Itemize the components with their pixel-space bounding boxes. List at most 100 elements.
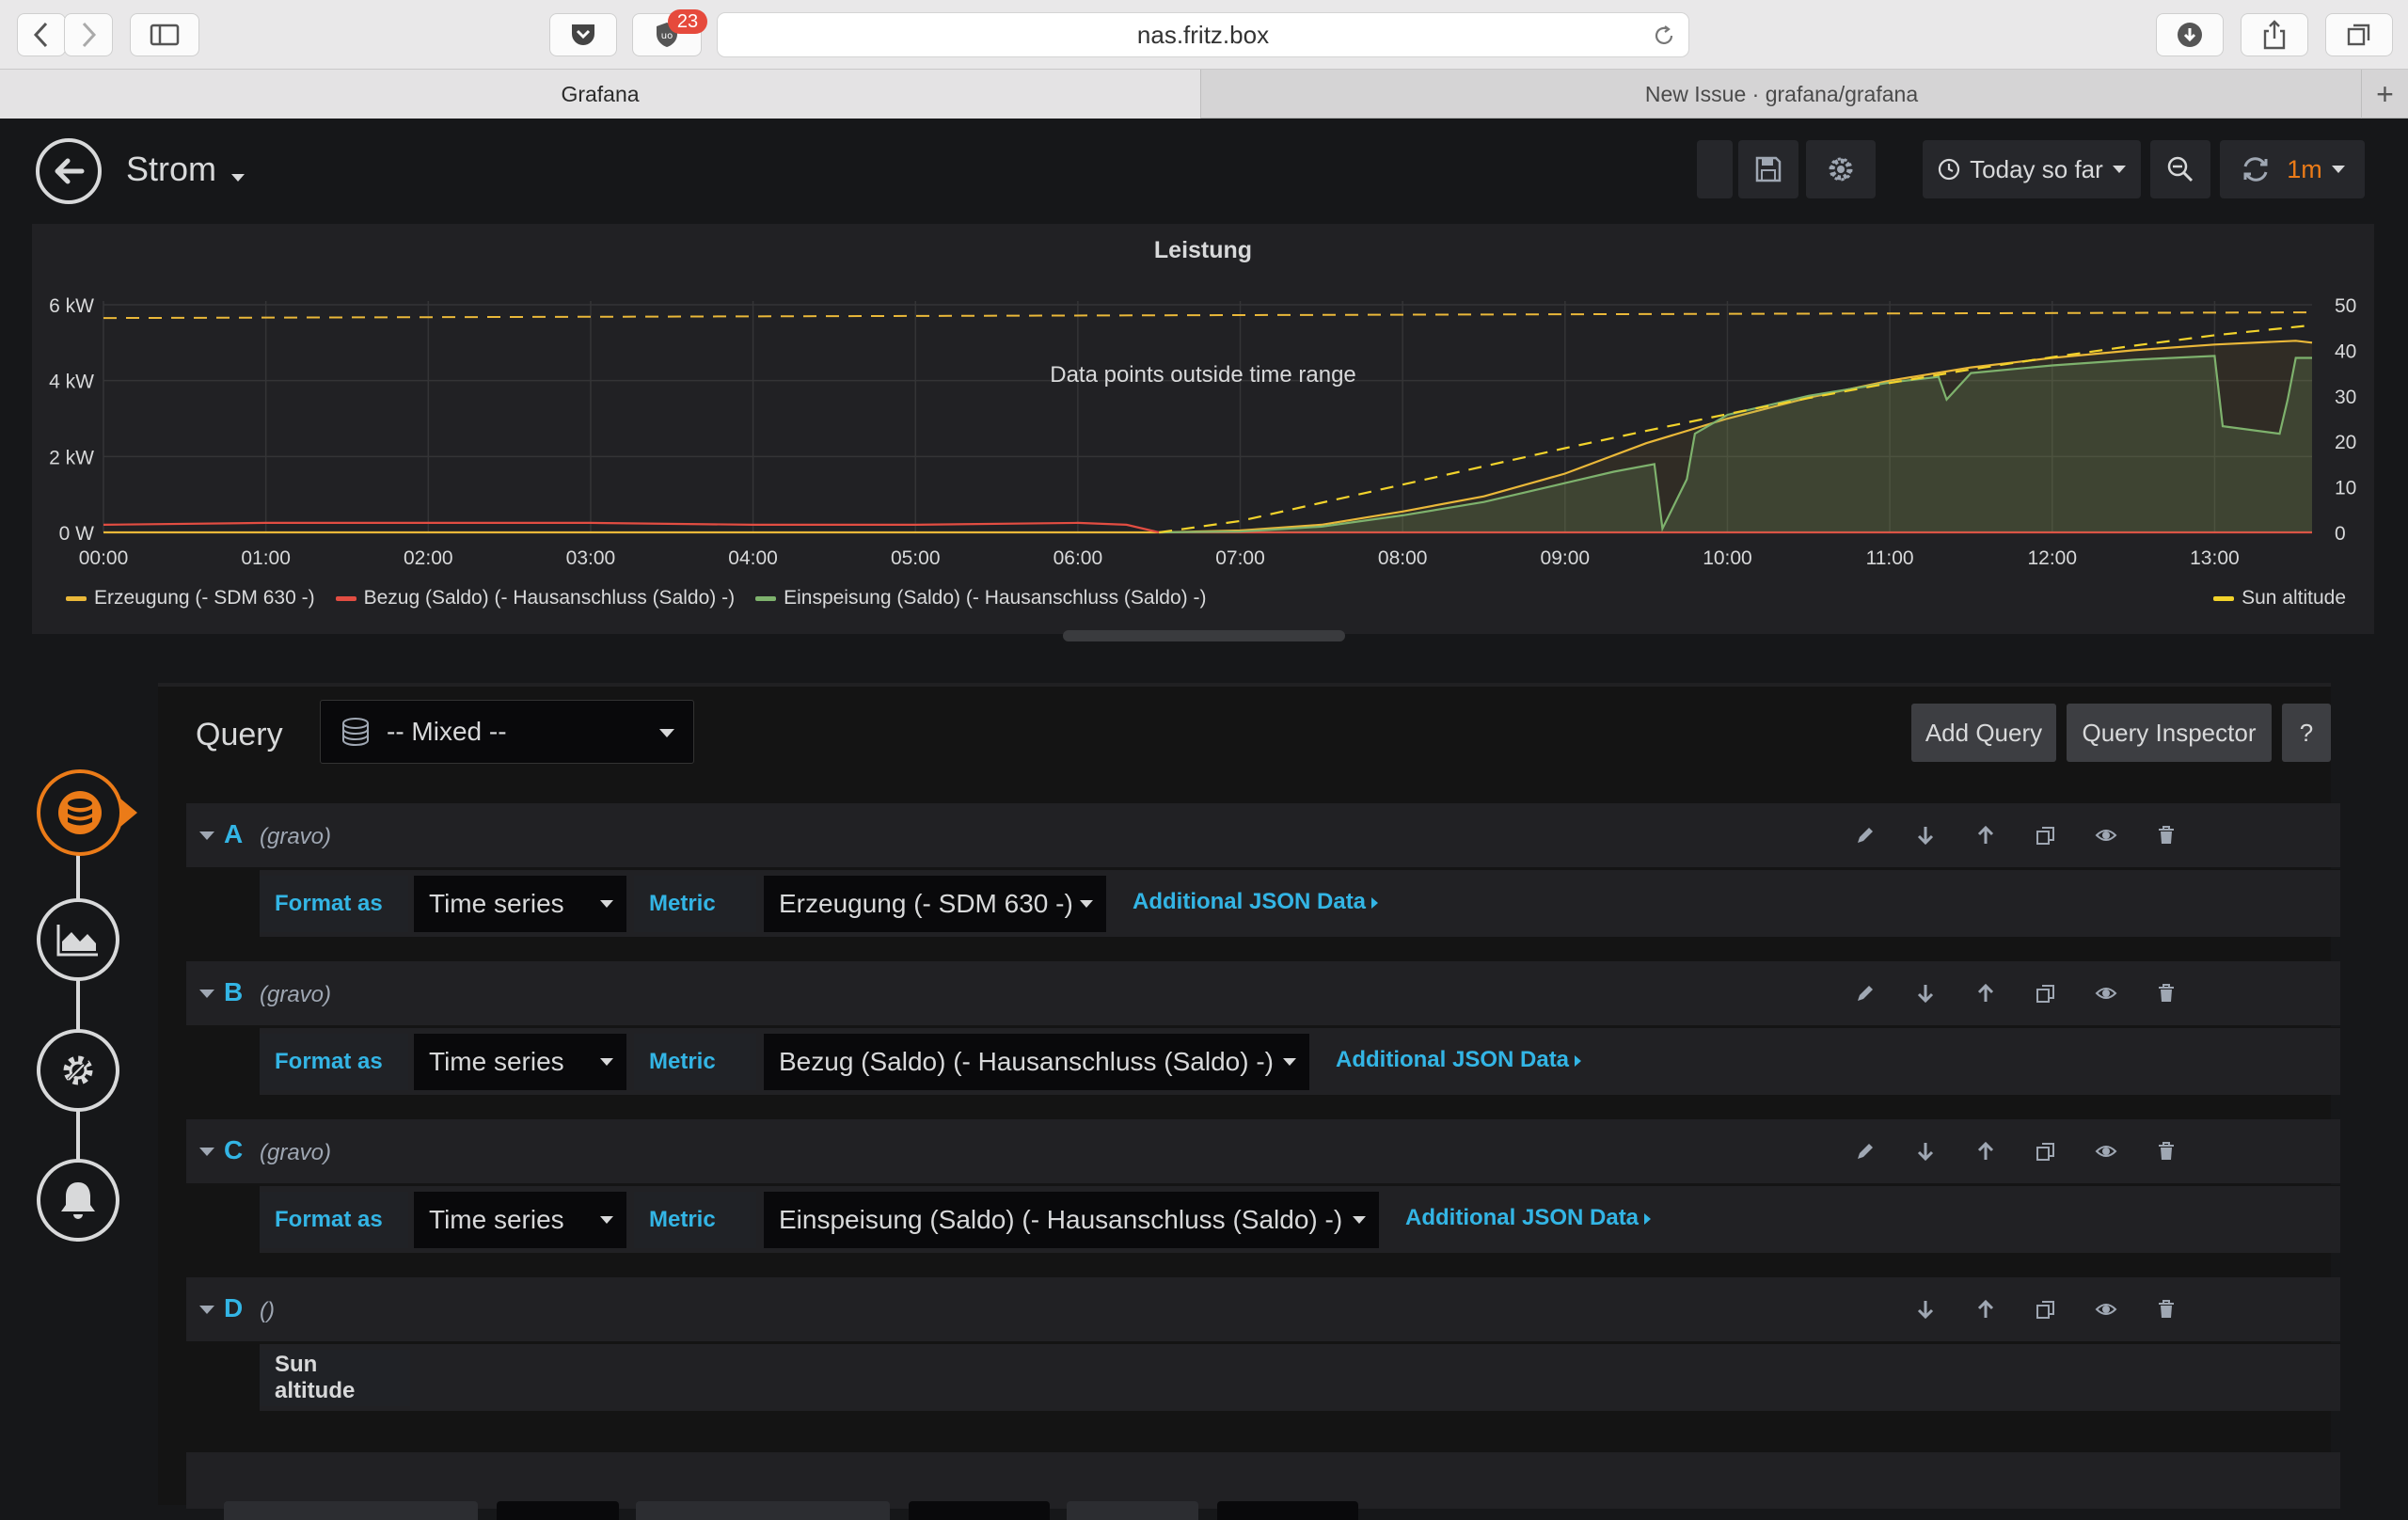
pencil-icon[interactable] <box>1851 979 1879 1007</box>
query-row-header-d[interactable]: D () <box>186 1277 2340 1341</box>
arrow-down-icon[interactable] <box>1911 821 1940 849</box>
refresh-picker-button[interactable]: 1m <box>2220 140 2365 198</box>
legend-item-einspeisung[interactable]: Einspeisung (Saldo) (- Hausanschluss (Sa… <box>755 587 1206 610</box>
y-left-tick-label: 6 kW <box>49 295 94 317</box>
arrow-up-icon[interactable] <box>1972 1295 2000 1323</box>
query-row-body-b: Format as Time series Metric Bezug (Sald… <box>260 1027 2340 1095</box>
option-field[interactable] <box>224 1501 478 1520</box>
metric-select[interactable]: Erzeugung (- SDM 630 -) <box>764 876 1106 932</box>
link-label: Additional JSON Data <box>1133 889 1367 914</box>
sidebar-toggle-button[interactable] <box>130 13 199 56</box>
arrow-up-icon[interactable] <box>1972 979 2000 1007</box>
back-nav-button[interactable] <box>17 13 66 56</box>
query-inspector-button[interactable]: Query Inspector <box>2067 704 2272 762</box>
database-icon <box>342 718 369 747</box>
panel-resize-handle[interactable] <box>1063 630 1345 641</box>
caret-right-icon <box>1575 1054 1582 1067</box>
tab-new-issue[interactable]: New Issue · grafana/grafana <box>1202 70 2361 119</box>
query-actions <box>186 1119 2340 1183</box>
legend-label: Bezug (Saldo) (- Hausanschluss (Saldo) -… <box>363 587 736 609</box>
graph-panel[interactable]: Leistung 00:00 01:00 02:00 03:00 04:00 05:00 0… <box>32 224 2374 634</box>
query-heading: Query <box>196 717 283 752</box>
x-tick-label: 03:00 <box>566 547 616 569</box>
eye-icon[interactable] <box>2092 1137 2120 1165</box>
metric-select[interactable]: Bezug (Saldo) (- Hausanschluss (Saldo) -… <box>764 1034 1309 1090</box>
svg-text:uo: uo <box>661 31 673 41</box>
trash-icon[interactable] <box>2152 821 2180 849</box>
rail-general-button[interactable] <box>37 1029 119 1112</box>
datasource-select[interactable]: -- Mixed -- <box>320 700 694 764</box>
option-field[interactable] <box>636 1501 890 1520</box>
y-right-tick-label: 30 <box>2335 387 2356 408</box>
reload-icon[interactable] <box>1653 24 1675 47</box>
caret-right-icon <box>1644 1212 1652 1225</box>
format-select[interactable]: Time series <box>414 1192 626 1248</box>
option-field[interactable] <box>1067 1501 1198 1520</box>
pocket-button[interactable] <box>549 13 617 56</box>
legend-swatch <box>2213 595 2235 601</box>
forward-nav-button[interactable] <box>64 13 113 56</box>
caret-down-icon[interactable] <box>231 174 245 182</box>
share-button[interactable] <box>2241 13 2308 56</box>
copy-icon[interactable] <box>2032 1137 2060 1165</box>
trash-icon[interactable] <box>2152 1295 2180 1323</box>
legend-item-erzeugung[interactable]: Erzeugung (- SDM 630 -) <box>66 587 315 610</box>
eye-icon[interactable] <box>2092 1295 2120 1323</box>
dashboard-title[interactable]: Strom <box>126 150 216 189</box>
rail-queries-button[interactable] <box>37 769 123 856</box>
eye-icon[interactable] <box>2092 979 2120 1007</box>
metric-label: Metric <box>634 1034 756 1090</box>
time-picker-button[interactable]: Today so far <box>1923 140 2141 198</box>
eye-icon[interactable] <box>2092 821 2120 849</box>
add-panel-stub[interactable] <box>1697 140 1733 198</box>
arrow-up-icon[interactable] <box>1972 821 2000 849</box>
legend-item-bezug[interactable]: Bezug (Saldo) (- Hausanschluss (Saldo) -… <box>335 587 736 610</box>
downloads-button[interactable] <box>2156 13 2224 56</box>
copy-icon[interactable] <box>2032 821 2060 849</box>
tab-overview-button[interactable] <box>2325 13 2393 56</box>
rail-alert-button[interactable] <box>37 1159 119 1242</box>
x-tick-label: 04:00 <box>728 547 778 569</box>
caret-down-icon <box>600 1058 613 1066</box>
caret-down-icon <box>1353 1216 1366 1224</box>
pencil-icon[interactable] <box>1851 1137 1879 1165</box>
query-row-header-a[interactable]: A (gravo) <box>186 803 2340 867</box>
option-input[interactable] <box>497 1501 619 1520</box>
query-row-header-b[interactable]: B (gravo) <box>186 961 2340 1025</box>
query-row-header-c[interactable]: C (gravo) <box>186 1119 2340 1183</box>
additional-json-link[interactable]: Additional JSON Data <box>1133 889 1379 915</box>
arrow-down-icon[interactable] <box>1911 1137 1940 1165</box>
new-tab-button[interactable]: + <box>2361 70 2408 119</box>
arrow-up-icon[interactable] <box>1972 1137 2000 1165</box>
trash-icon[interactable] <box>2152 1137 2180 1165</box>
save-dashboard-button[interactable] <box>1738 140 1798 198</box>
additional-json-link[interactable]: Additional JSON Data <box>1336 1047 1582 1073</box>
option-input[interactable] <box>1217 1501 1358 1520</box>
dashboard-settings-button[interactable] <box>1806 140 1876 198</box>
additional-json-link[interactable]: Additional JSON Data <box>1405 1205 1652 1231</box>
copy-icon[interactable] <box>2032 1295 2060 1323</box>
format-select[interactable]: Time series <box>414 1034 626 1090</box>
pencil-icon[interactable] <box>1851 821 1879 849</box>
help-button[interactable]: ? <box>2282 704 2331 762</box>
address-bar[interactable]: nas.fritz.box <box>717 12 1689 57</box>
option-input[interactable] <box>909 1501 1050 1520</box>
zoom-out-button[interactable] <box>2150 140 2210 198</box>
x-tick-label: 06:00 <box>1054 547 1103 569</box>
back-to-dashboard-button[interactable] <box>36 138 102 204</box>
metric-select[interactable]: Einspeisung (Saldo) (- Hausanschluss (Sa… <box>764 1192 1379 1248</box>
link-label: Additional JSON Data <box>1336 1047 1570 1072</box>
caret-down-icon <box>2331 166 2345 173</box>
zoom-out-icon <box>2167 156 2194 182</box>
rail-visualization-button[interactable] <box>37 898 119 981</box>
arrow-down-icon[interactable] <box>1911 979 1940 1007</box>
format-as-label: Format as <box>260 1192 408 1248</box>
format-select[interactable]: Time series <box>414 876 626 932</box>
copy-icon[interactable] <box>2032 979 2060 1007</box>
x-tick-label: 09:00 <box>1541 547 1591 569</box>
tab-grafana[interactable]: Grafana <box>0 70 1201 119</box>
add-query-button[interactable]: Add Query <box>1911 704 2056 762</box>
arrow-down-icon[interactable] <box>1911 1295 1940 1323</box>
legend-item-sun-altitude[interactable]: Sun altitude <box>2213 587 2346 610</box>
trash-icon[interactable] <box>2152 979 2180 1007</box>
